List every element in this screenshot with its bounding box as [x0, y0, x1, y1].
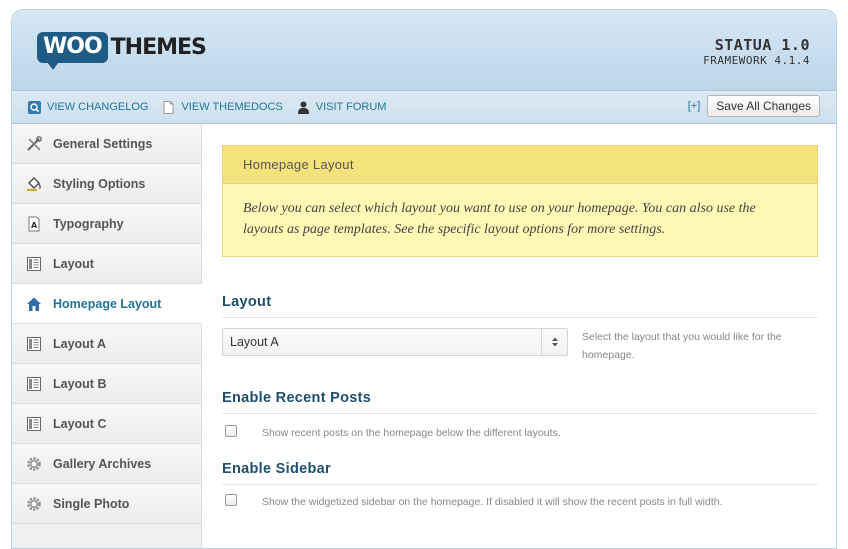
sidebar-item-layout-b[interactable]: Layout B	[12, 364, 201, 404]
toolbar-actions: [+] Save All Changes	[688, 95, 820, 117]
search-icon	[28, 100, 41, 114]
woothemes-logo: WOO THEMES	[37, 32, 207, 70]
select-arrows-icon	[541, 329, 567, 355]
sidebar-item-layout-a[interactable]: Layout A	[12, 324, 201, 364]
notice-title: Homepage Layout	[223, 146, 817, 184]
sidebar-item-label: Layout C	[53, 416, 107, 431]
gear-icon	[26, 456, 42, 472]
header: WOO THEMES STATUA 1.0 FRAMEWORK 4.1.4	[12, 10, 836, 91]
gear-icon	[26, 496, 42, 512]
home-icon	[26, 296, 42, 312]
framework-version: FRAMEWORK 4.1.4	[703, 54, 810, 67]
view-changelog-link[interactable]: VIEW CHANGELOG	[28, 100, 149, 114]
sidebar-item-label: Layout	[53, 256, 94, 271]
sidebar-item-gallery-archives[interactable]: Gallery Archives	[12, 444, 201, 484]
recent-posts-desc: Show recent posts on the homepage below …	[262, 427, 561, 439]
visit-forum-label: VISIT FORUM	[315, 101, 387, 113]
sidebar-item-layout-c[interactable]: Layout C	[12, 404, 201, 444]
paint-bucket-icon	[26, 176, 42, 192]
recent-posts-title: Enable Recent Posts	[222, 390, 818, 414]
sidebar-item-label: Single Photo	[53, 496, 130, 511]
tools-icon	[26, 135, 42, 152]
sidebar-item-label: Typography	[53, 216, 124, 231]
sidebar-desc: Show the widgetized sidebar on the homep…	[262, 496, 723, 508]
view-themedocs-label: VIEW THEMEDOCS	[181, 101, 283, 113]
sidebar-item-layout[interactable]: Layout	[12, 244, 201, 284]
layout-title: Layout	[222, 294, 818, 318]
layout-desc: Select the layout that you would like fo…	[582, 331, 782, 361]
view-changelog-label: VIEW CHANGELOG	[47, 101, 149, 113]
sidebar-checkbox[interactable]	[225, 494, 237, 506]
sidebar-item-label: Homepage Layout	[53, 296, 162, 311]
sidebar-item-label: Gallery Archives	[53, 456, 152, 471]
sidebar-item-homepage-layout[interactable]: Homepage Layout	[12, 284, 202, 324]
sidebar-item-general-settings[interactable]: General Settings	[12, 124, 201, 164]
document-icon	[162, 100, 175, 114]
main-content: Homepage Layout Below you can select whi…	[222, 145, 818, 511]
panel-body: General Settings Styling Options A Typog…	[12, 124, 836, 548]
sidebar-item-styling-options[interactable]: Styling Options	[12, 164, 201, 204]
sidebar-item-label: Layout B	[53, 376, 107, 391]
user-icon	[297, 101, 310, 114]
layout-select-value: Layout A	[230, 335, 279, 349]
layout-icon	[26, 336, 42, 352]
sidebar-item-label: General Settings	[53, 136, 153, 151]
visit-forum-link[interactable]: VISIT FORUM	[297, 101, 387, 114]
toolbar: VIEW CHANGELOG VIEW THEMEDOCS VISIT FORU…	[12, 91, 836, 124]
theme-info: STATUA 1.0 FRAMEWORK 4.1.4	[703, 36, 810, 67]
logo-woo: WOO	[37, 32, 108, 70]
svg-text:A: A	[31, 221, 38, 230]
recent-posts-option: Enable Recent Posts Show recent posts on…	[222, 390, 818, 442]
sidebar-option: Enable Sidebar Show the widgetized sideb…	[222, 461, 818, 511]
logo-themes: THEMES	[110, 35, 207, 60]
typography-icon: A	[26, 216, 42, 232]
layout-icon	[26, 416, 42, 432]
sidebar-item-label: Layout A	[53, 336, 107, 351]
theme-name: STATUA 1.0	[714, 36, 810, 54]
save-all-changes-button[interactable]: Save All Changes	[707, 95, 820, 117]
sidebar-option-title: Enable Sidebar	[222, 461, 818, 485]
admin-panel: WOO THEMES STATUA 1.0 FRAMEWORK 4.1.4 VI…	[11, 9, 837, 549]
layout-select[interactable]: Layout A	[222, 328, 568, 356]
layout-icon	[26, 256, 42, 272]
recent-posts-checkbox[interactable]	[225, 425, 237, 437]
sidebar: General Settings Styling Options A Typog…	[12, 124, 202, 548]
layout-option: Layout Layout A Select the layout that y…	[222, 294, 818, 364]
view-themedocs-link[interactable]: VIEW THEMEDOCS	[162, 100, 283, 114]
sidebar-item-label: Styling Options	[53, 176, 146, 191]
layout-icon	[26, 376, 42, 392]
info-notice: Homepage Layout Below you can select whi…	[222, 145, 818, 257]
notice-text: Below you can select which layout you wa…	[243, 201, 756, 237]
sidebar-item-single-photo[interactable]: Single Photo	[12, 484, 201, 524]
sidebar-item-typography[interactable]: A Typography	[12, 204, 201, 244]
expand-all-link[interactable]: [+]	[688, 100, 701, 112]
